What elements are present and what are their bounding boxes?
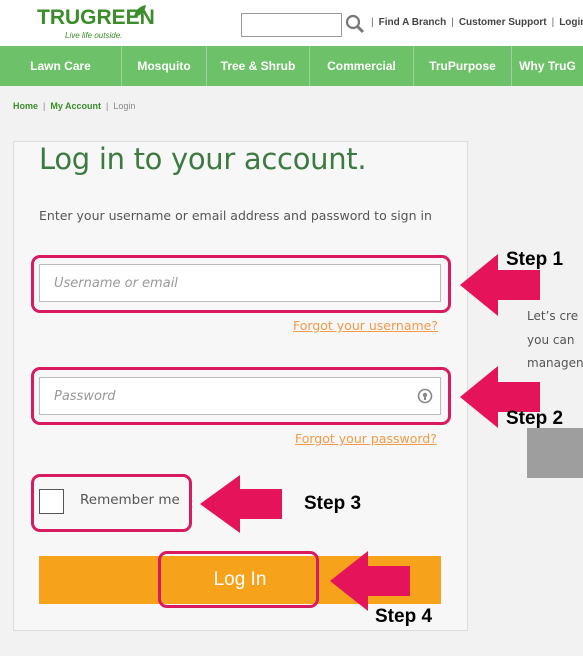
nav-item-trupurpose[interactable]: TruPurpose — [414, 46, 512, 86]
step-4-highlight — [158, 551, 319, 608]
step-3-highlight — [31, 474, 192, 532]
nav-item-commercial[interactable]: Commercial — [310, 46, 414, 86]
customer-support-link[interactable]: Customer Support — [459, 17, 547, 28]
step-1-label: Step 1 — [506, 249, 564, 270]
search-input[interactable] — [241, 13, 342, 37]
find-a-branch-link[interactable]: Find A Branch — [379, 17, 447, 28]
side-text-line-3: managen — [527, 356, 583, 370]
logo-tagline: Live life outside. — [65, 31, 123, 40]
nav-item-tree-shrub[interactable]: Tree & Shrub — [207, 46, 310, 86]
step-4-label: Step 4 — [375, 606, 433, 627]
breadcrumb: Home | My Account | Login — [13, 101, 136, 111]
breadcrumb-home[interactable]: Home — [13, 101, 38, 111]
step-1-highlight — [31, 255, 451, 313]
main-nav: Lawn Care Mosquito Tree & Shrub Commerci… — [0, 46, 583, 86]
side-text-line-1: Let’s cre — [527, 309, 579, 323]
step-3-arrow-icon — [200, 475, 282, 533]
search-icon[interactable] — [345, 14, 365, 34]
nav-item-mosquito[interactable]: Mosquito — [122, 46, 207, 86]
step-3-label: Step 3 — [304, 493, 362, 514]
step-2-highlight — [31, 367, 451, 425]
forgot-username-link[interactable]: Forgot your username? — [293, 318, 438, 333]
login-link[interactable]: Login — [559, 17, 583, 28]
site-header: TRUGREEN Live life outside. | Find A Bran… — [0, 0, 583, 46]
breadcrumb-my-account[interactable]: My Account — [50, 101, 101, 111]
nav-item-lawn-care[interactable]: Lawn Care — [0, 46, 122, 86]
step-4-arrow-icon — [330, 551, 410, 611]
breadcrumb-current: Login — [113, 101, 136, 111]
side-text-line-2: you can — [527, 333, 575, 347]
forgot-password-link[interactable]: Forgot your password? — [295, 431, 437, 446]
utility-links: |Find A Branch|Customer Support|Login — [366, 17, 583, 28]
step-2-label: Step 2 — [506, 408, 564, 429]
page-title: Log in to your account. — [39, 142, 367, 176]
login-instructions: Enter your username or email address and… — [39, 208, 432, 223]
nav-item-why-trugreen[interactable]: Why TruG — [512, 46, 583, 86]
leaf-icon — [134, 5, 146, 17]
trugreen-logo[interactable]: TRUGREEN Live life outside. — [37, 5, 155, 40]
create-account-button[interactable] — [527, 428, 583, 478]
